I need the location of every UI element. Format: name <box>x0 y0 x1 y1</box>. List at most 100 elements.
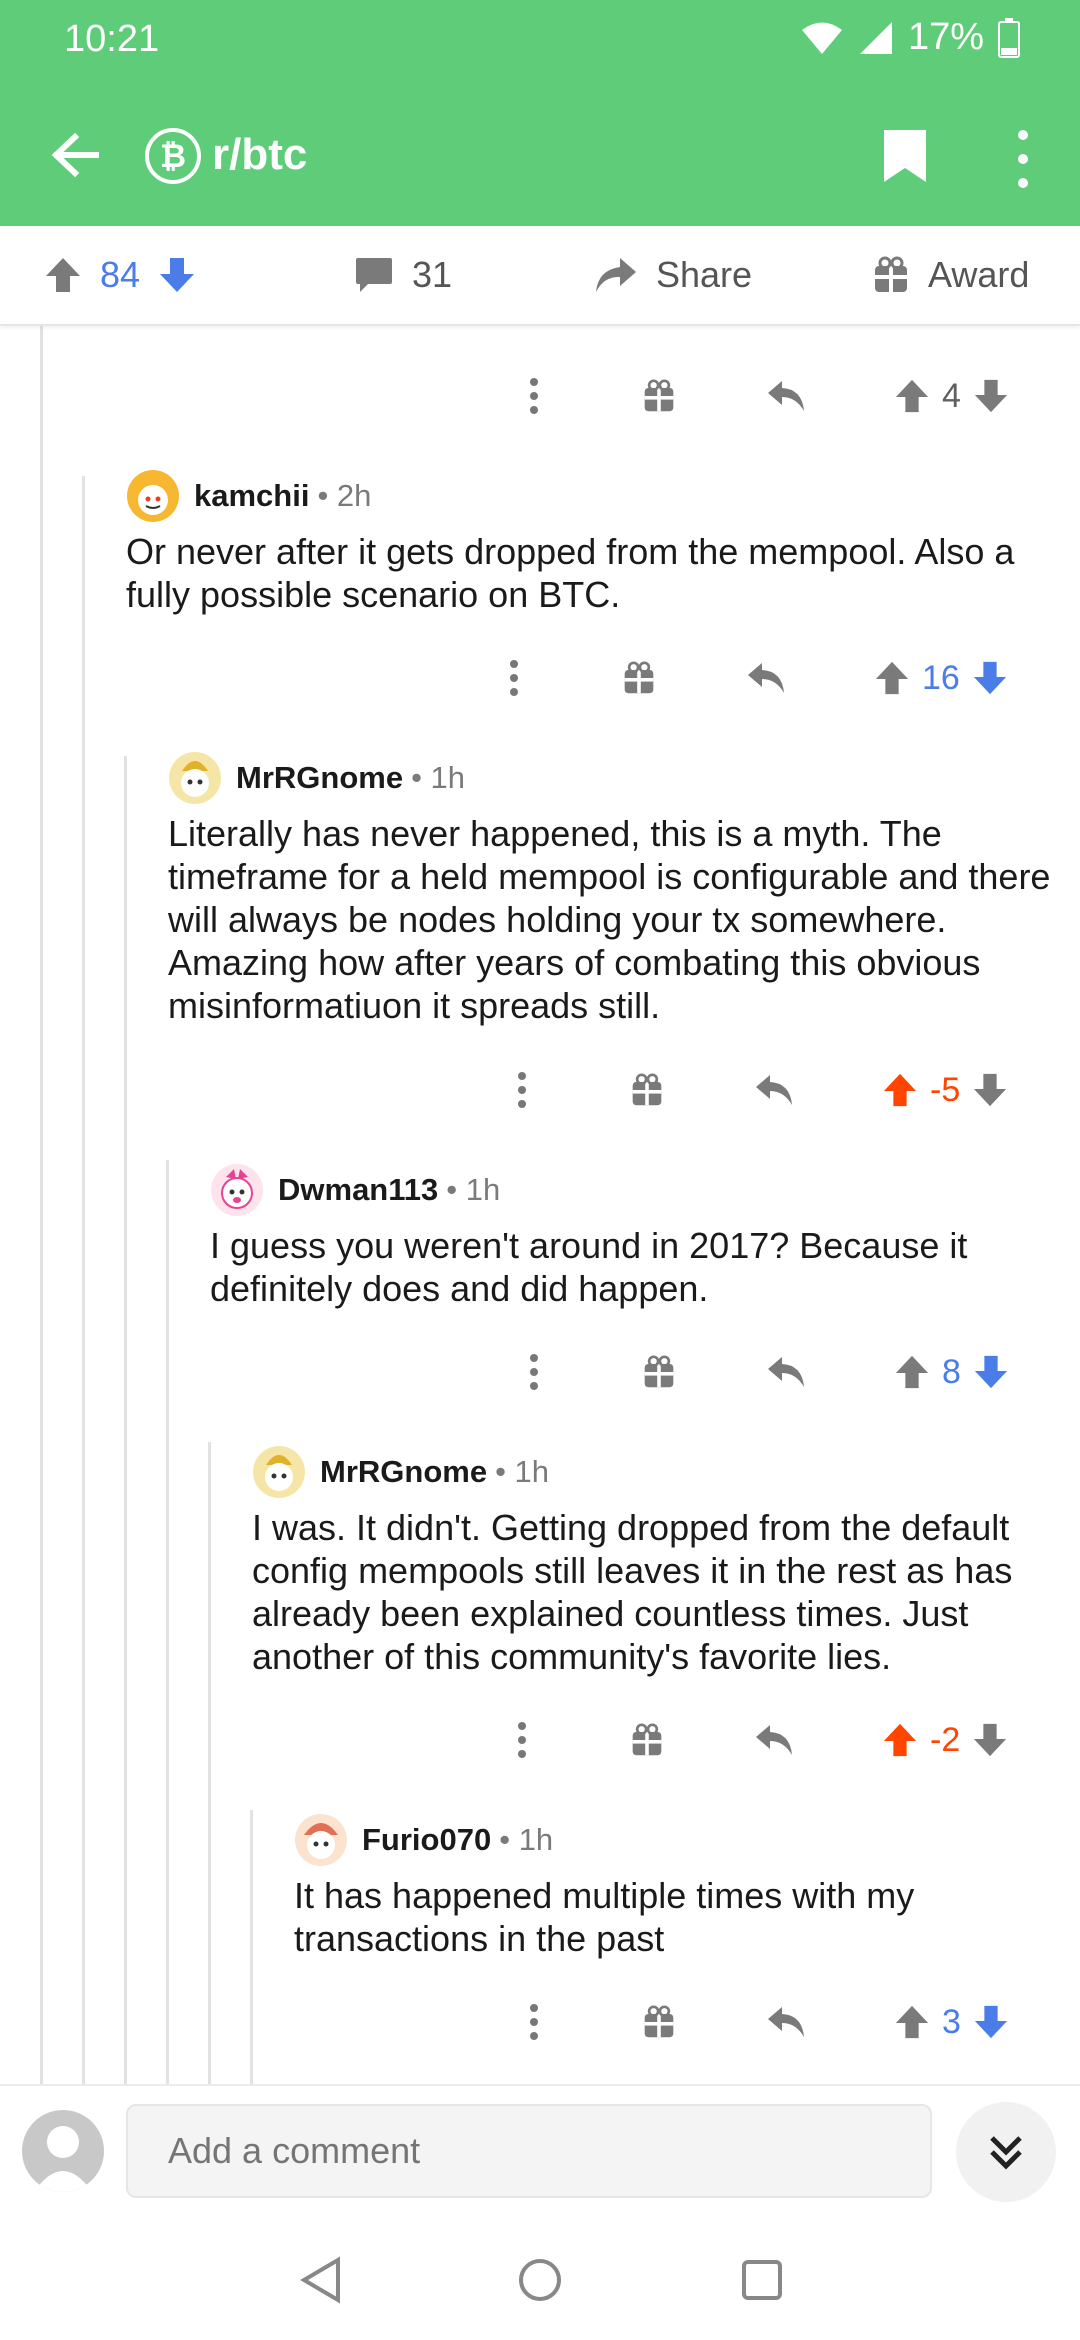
back-button[interactable] <box>40 120 110 190</box>
thread-line <box>166 1160 169 2086</box>
avatar[interactable] <box>210 1163 264 1217</box>
downvote-icon[interactable] <box>972 660 1008 696</box>
comment-username[interactable]: Furio070 <box>362 1822 491 1858</box>
post-score: 84 <box>100 254 141 295</box>
comments-count: 31 <box>412 254 453 295</box>
gift-icon <box>632 1073 662 1106</box>
battery-percent: 17% <box>907 16 984 58</box>
snoo-avatar-icon <box>253 1446 305 1498</box>
comment-vote-group: -2 <box>882 1710 1008 1770</box>
share-button[interactable]: Share <box>594 254 752 296</box>
comment-award-button[interactable] <box>630 1710 664 1770</box>
award-label: Award <box>928 254 1030 295</box>
comment-reply-button[interactable] <box>766 1992 806 2052</box>
comment-more-button[interactable] <box>528 1342 540 1402</box>
comment-award-button[interactable] <box>622 648 656 708</box>
more-vertical-icon <box>530 1354 538 1390</box>
reply-arrow-icon <box>768 381 804 411</box>
double-chevron-down-icon <box>990 2136 1022 2170</box>
more-vertical-icon <box>518 1722 526 1758</box>
nav-recents-button[interactable] <box>732 2250 792 2310</box>
comments-count-button[interactable]: 31 <box>354 254 452 296</box>
award-button[interactable]: Award <box>872 254 1029 296</box>
downvote-icon[interactable] <box>972 1072 1008 1108</box>
reply-arrow-icon <box>768 1357 804 1387</box>
thread-line <box>208 1442 211 2086</box>
user-avatar[interactable] <box>22 2110 104 2192</box>
thread-line <box>124 756 127 2086</box>
comment-composer-bar <box>0 2084 1080 2210</box>
gift-icon <box>644 2005 674 2038</box>
jump-to-next-button[interactable] <box>956 2102 1056 2202</box>
reply-arrow-icon <box>768 2007 804 2037</box>
avatar[interactable] <box>168 751 222 805</box>
gift-icon <box>644 1355 674 1388</box>
comment-time: 1h <box>514 1454 550 1489</box>
dot <box>1018 178 1028 188</box>
avatar[interactable] <box>126 469 180 523</box>
comment-reply-button[interactable] <box>766 366 806 426</box>
avatar[interactable] <box>294 1813 348 1867</box>
comment: Dwman113 • 1h I guess you weren't around… <box>210 1162 1070 1310</box>
reply-arrow-icon <box>756 1075 792 1105</box>
downvote-icon[interactable] <box>973 2004 1009 2040</box>
thread-line <box>40 326 43 2086</box>
reply-arrow-icon <box>748 663 784 693</box>
comment-more-button[interactable] <box>516 1710 528 1770</box>
comment-more-button[interactable] <box>508 648 520 708</box>
comment-reply-button[interactable] <box>754 1710 794 1770</box>
upvote-icon[interactable] <box>874 660 910 696</box>
comment-reply-button[interactable] <box>766 1342 806 1402</box>
user-silhouette-icon <box>34 2126 92 2192</box>
comment-award-button[interactable] <box>642 1992 676 2052</box>
comment-username[interactable]: MrRGnome <box>320 1454 487 1490</box>
comment-header: Furio070 • 1h <box>294 1812 1064 1868</box>
comment-username[interactable]: kamchii <box>194 478 309 514</box>
upvote-icon[interactable] <box>894 378 930 414</box>
comment-award-button[interactable] <box>642 366 676 426</box>
app-bar: ₿ r/btc <box>0 110 1080 210</box>
comment-score: 16 <box>922 658 960 697</box>
downvote-icon[interactable] <box>973 1354 1009 1390</box>
gift-icon <box>644 379 674 412</box>
comment-score: -5 <box>930 1070 961 1109</box>
more-vertical-icon <box>518 1072 526 1108</box>
more-options-button[interactable] <box>1000 124 1046 194</box>
upvote-icon[interactable] <box>44 256 82 294</box>
nav-home-button[interactable] <box>510 2250 570 2310</box>
comment-award-button[interactable] <box>630 1060 664 1120</box>
thread-line <box>82 476 85 2086</box>
comment-body: Or never after it gets dropped from the … <box>126 531 1015 615</box>
comment-score: -2 <box>930 1720 961 1759</box>
comment: kamchii • 2h Or never after it gets drop… <box>126 468 1056 616</box>
downvote-icon[interactable] <box>158 256 196 294</box>
comment-score: 4 <box>942 376 961 415</box>
upvote-icon[interactable] <box>894 1354 930 1390</box>
comment-reply-button[interactable] <box>746 648 786 708</box>
comment-award-button[interactable] <box>642 1342 676 1402</box>
comment: Furio070 • 1h It has happened multiple t… <box>294 1812 1064 1960</box>
comment-more-button[interactable] <box>528 1992 540 2052</box>
system-nav-bar <box>0 2210 1080 2340</box>
reply-arrow-icon <box>756 1725 792 1755</box>
comment-action-row: -5 <box>488 1060 1068 1120</box>
add-comment-input[interactable] <box>126 2104 932 2198</box>
nav-back-button[interactable] <box>290 2250 350 2310</box>
comment-username[interactable]: MrRGnome <box>236 760 403 796</box>
comment-reply-button[interactable] <box>754 1060 794 1120</box>
subreddit-name[interactable]: r/btc <box>212 130 307 180</box>
avatar[interactable] <box>252 1445 306 1499</box>
upvote-icon[interactable] <box>882 1722 918 1758</box>
downvote-icon[interactable] <box>973 378 1009 414</box>
bookmark-button[interactable] <box>880 126 940 190</box>
upvote-icon[interactable] <box>882 1072 918 1108</box>
post-vote-group: 84 <box>44 254 196 296</box>
status-icons: 17% <box>800 16 1020 59</box>
comment-username[interactable]: Dwman113 <box>278 1172 438 1208</box>
comment-more-button[interactable] <box>528 366 540 426</box>
downvote-icon[interactable] <box>972 1722 1008 1758</box>
comment-more-button[interactable] <box>516 1060 528 1120</box>
share-label: Share <box>656 254 753 295</box>
upvote-icon[interactable] <box>894 2004 930 2040</box>
gift-icon <box>875 256 907 292</box>
